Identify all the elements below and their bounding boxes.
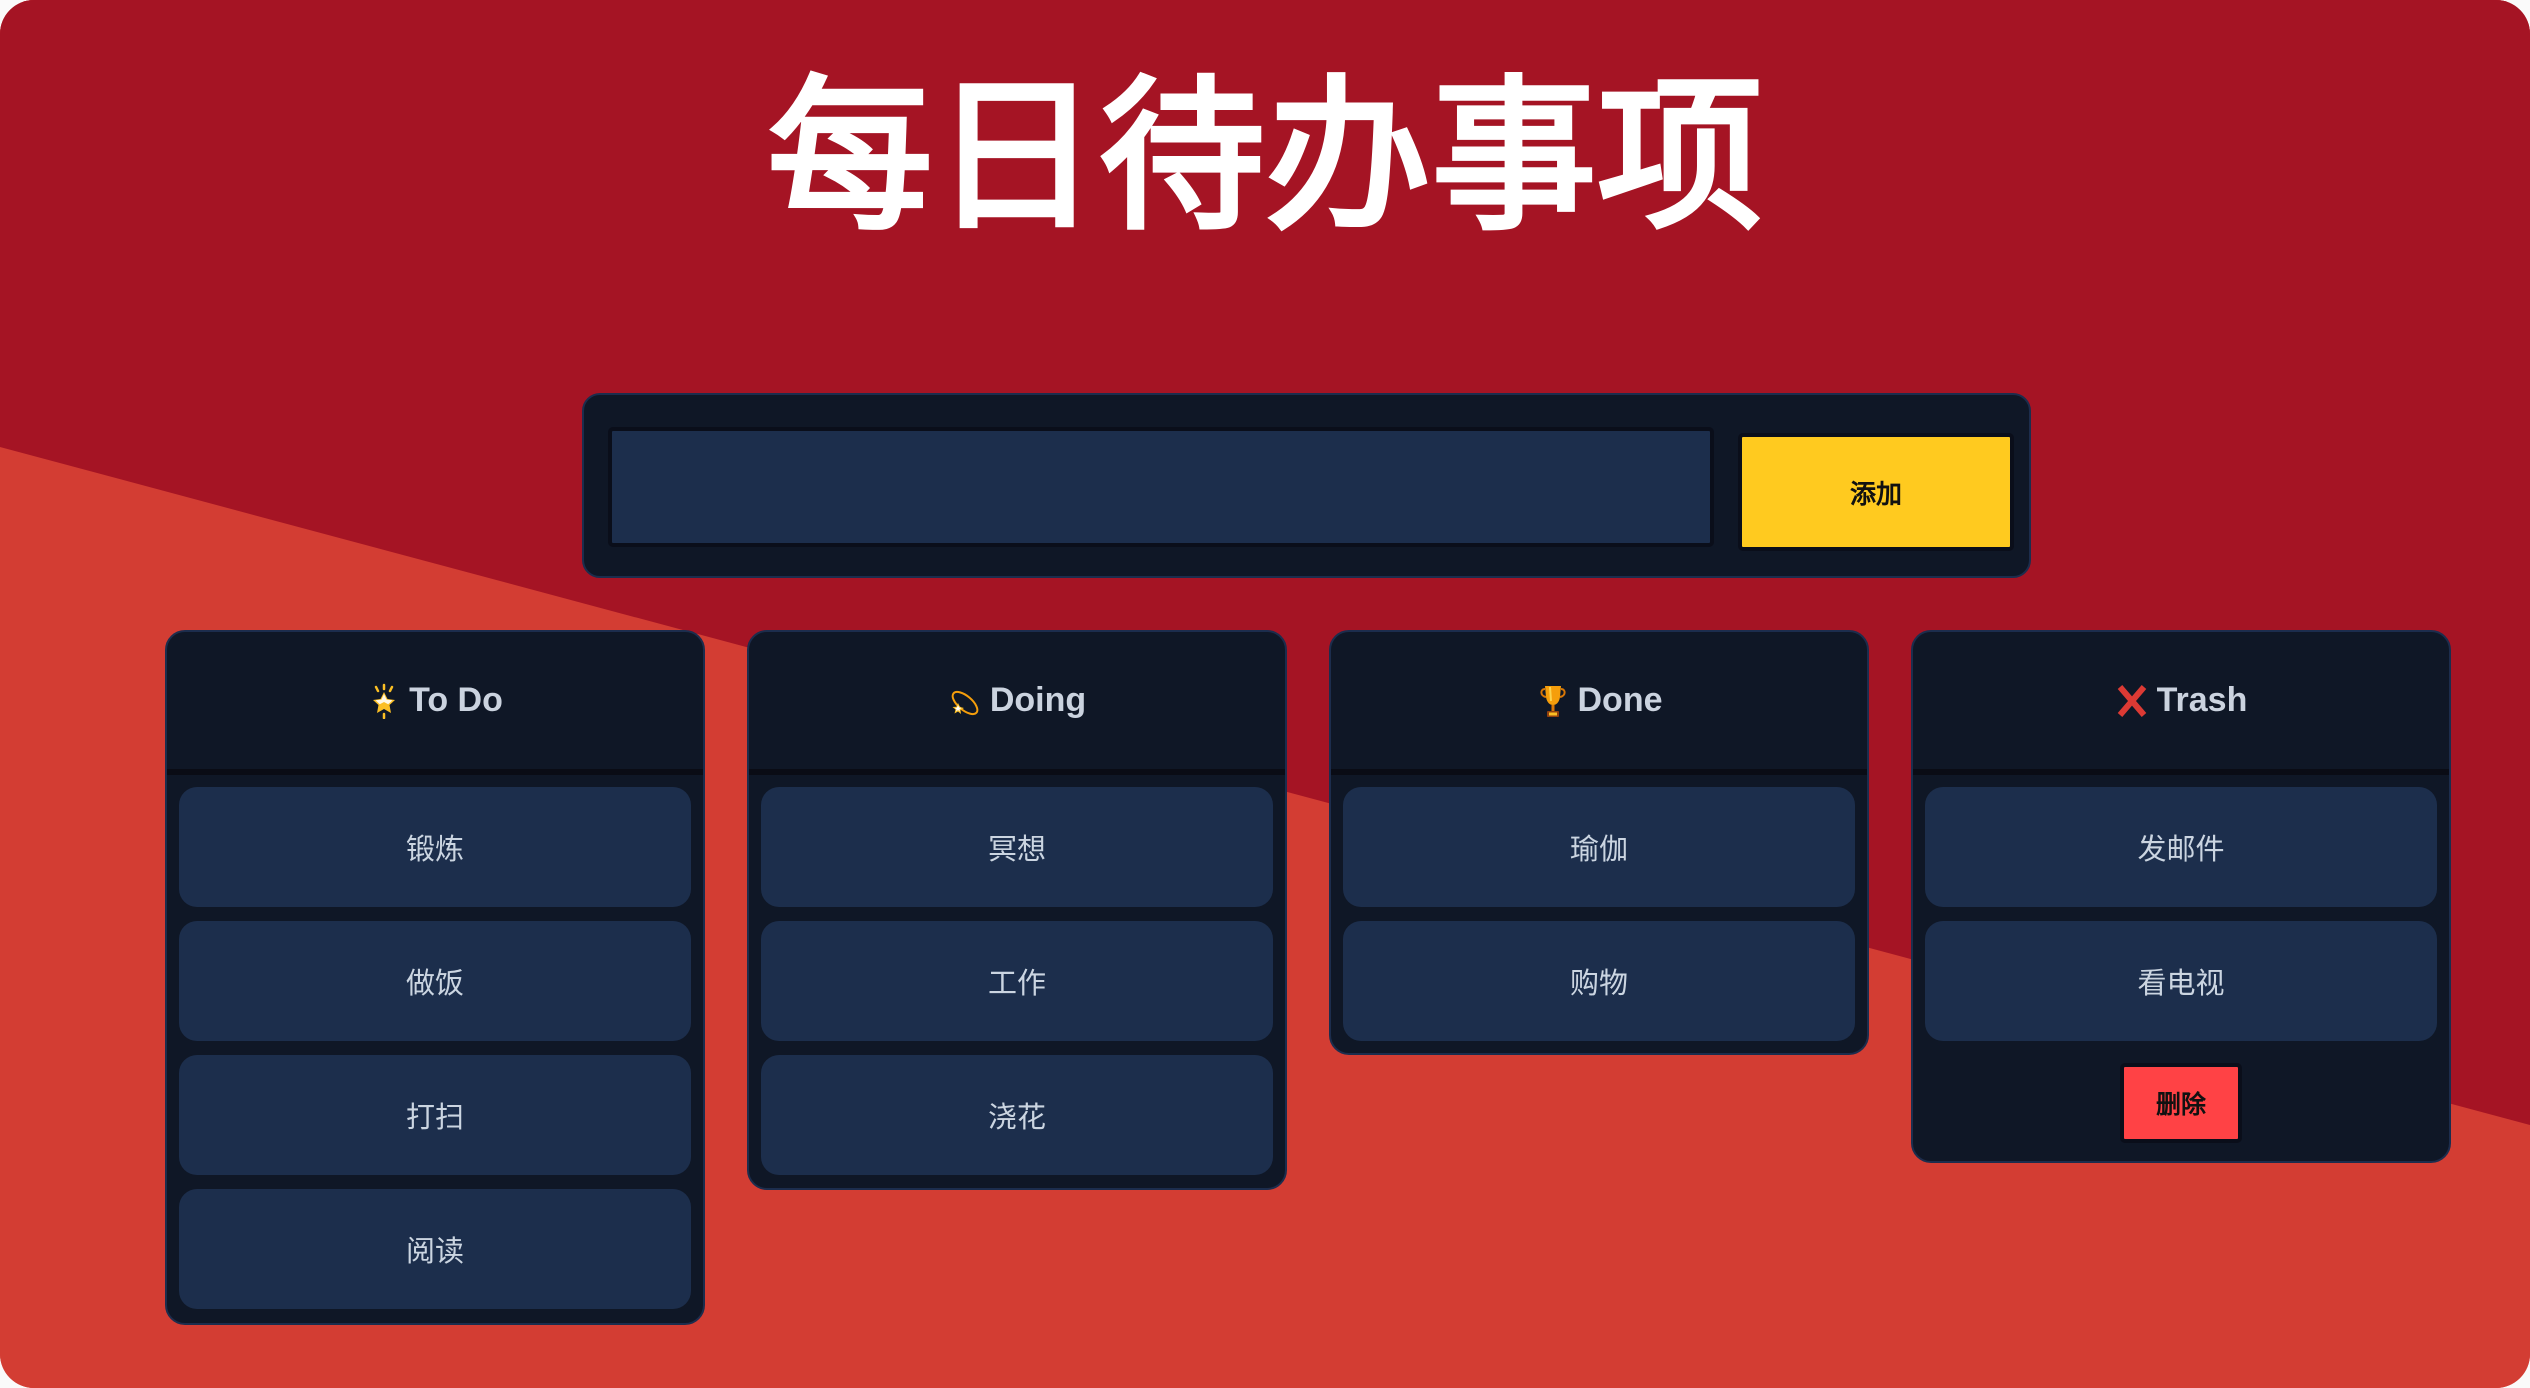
- column-doing: Doing 冥想 工作 浇花: [747, 630, 1287, 1190]
- task-item[interactable]: 打扫: [179, 1055, 691, 1175]
- task-item[interactable]: 看电视: [1925, 921, 2437, 1041]
- column-title: To Do: [409, 681, 503, 719]
- task-item[interactable]: 工作: [761, 921, 1273, 1041]
- todo-app: 每日待办事项 添加 To Do 锻炼 做饭 打扫 阅读 Doing 冥想 工作 …: [0, 0, 2530, 1388]
- task-item[interactable]: 阅读: [179, 1189, 691, 1309]
- add-task-bar: 添加: [582, 393, 2031, 578]
- task-item[interactable]: 浇花: [761, 1055, 1273, 1175]
- task-item[interactable]: 做饭: [179, 921, 691, 1041]
- task-item[interactable]: 购物: [1343, 921, 1855, 1041]
- task-item[interactable]: 瑜伽: [1343, 787, 1855, 907]
- delete-button[interactable]: 删除: [2120, 1063, 2242, 1143]
- task-list-todo: 锻炼 做饭 打扫 阅读: [167, 775, 703, 1309]
- task-list-trash: 发邮件 看电视: [1913, 775, 2449, 1041]
- column-title: Done: [1577, 681, 1663, 719]
- task-item[interactable]: 发邮件: [1925, 787, 2437, 907]
- column-title: Trash: [2156, 681, 2248, 719]
- task-item[interactable]: 锻炼: [179, 787, 691, 907]
- dizzy-icon: [948, 683, 982, 719]
- task-list-doing: 冥想 工作 浇花: [749, 775, 1285, 1175]
- add-button[interactable]: 添加: [1738, 433, 2014, 551]
- column-header-trash: Trash: [1913, 632, 2449, 775]
- task-list-done: 瑜伽 购物: [1331, 775, 1867, 1041]
- cross-mark-icon: [2115, 683, 2149, 719]
- column-header-done: Done: [1331, 632, 1867, 775]
- trophy-icon: [1536, 683, 1570, 719]
- column-title: Doing: [989, 681, 1087, 719]
- task-input[interactable]: [608, 427, 1714, 547]
- column-trash: Trash 发邮件 看电视 删除: [1911, 630, 2451, 1163]
- column-header-todo: To Do: [167, 632, 703, 775]
- glowing-star-icon: [367, 683, 401, 719]
- column-todo: To Do 锻炼 做饭 打扫 阅读: [165, 630, 705, 1325]
- task-item[interactable]: 冥想: [761, 787, 1273, 907]
- delete-area: 删除: [1913, 1055, 2449, 1143]
- page-title: 每日待办事项: [767, 61, 1763, 254]
- column-done: Done 瑜伽 购物: [1329, 630, 1869, 1055]
- column-header-doing: Doing: [749, 632, 1285, 775]
